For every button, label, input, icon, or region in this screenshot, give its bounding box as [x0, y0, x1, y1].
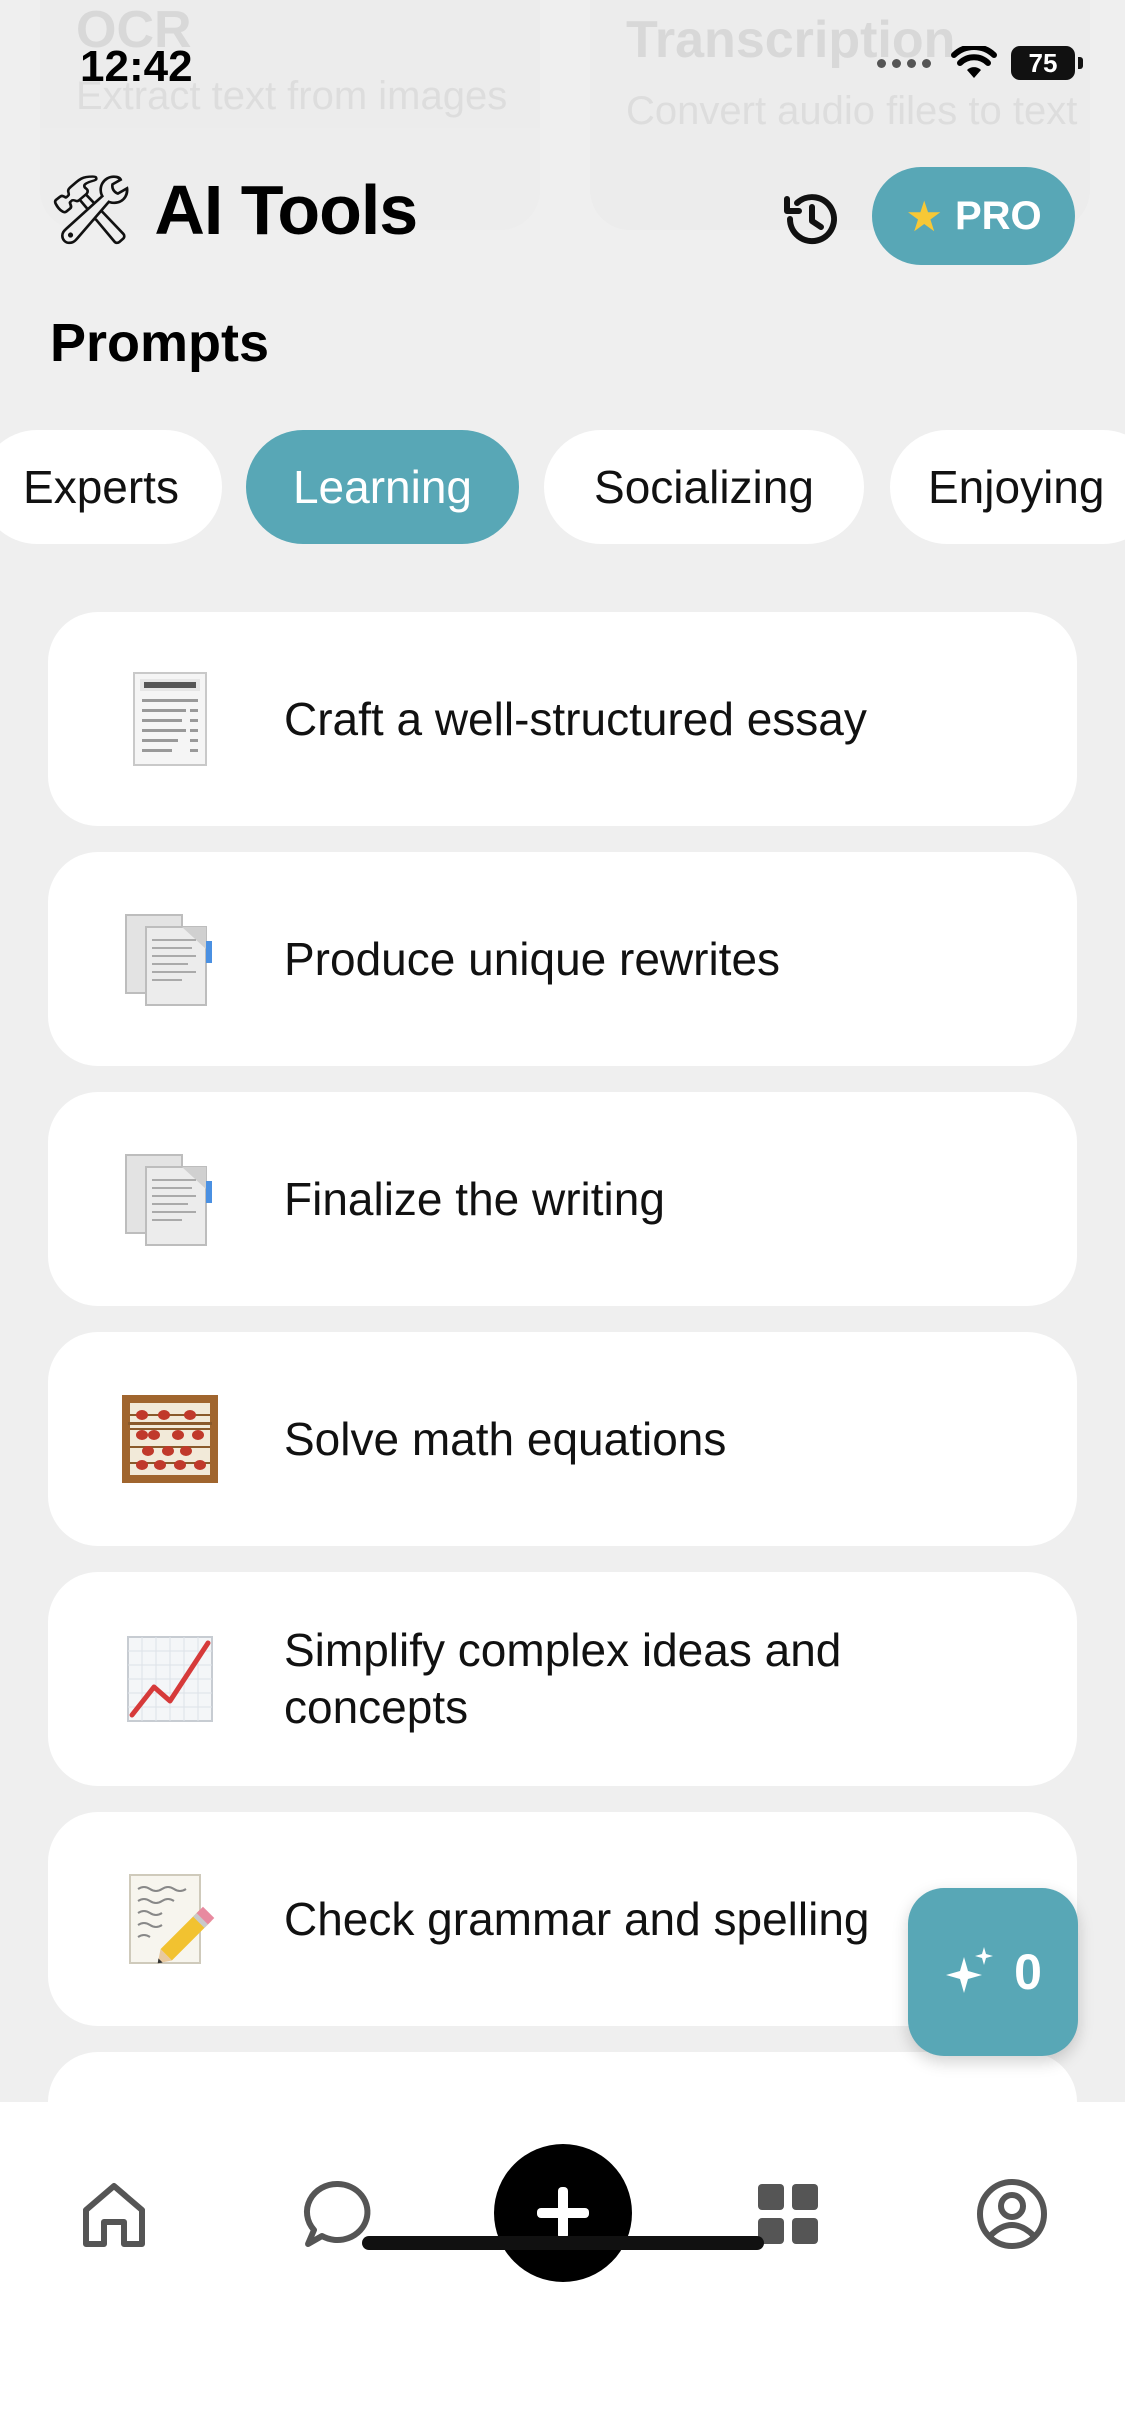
prompt-label: Finalize the writing [284, 1172, 665, 1225]
pro-label: PRO [954, 193, 1042, 238]
home-indicator [362, 2236, 764, 2250]
prompt-label: Craft a well-structured essay [284, 692, 867, 745]
prompt-label: Simplify complex ideas and concepts [284, 1624, 842, 1733]
star-icon: ★ [905, 192, 943, 240]
prompt-card[interactable]: Craft a well-structured essay [48, 612, 1077, 826]
cellular-signal-icon [877, 58, 931, 68]
receipt-icon [120, 669, 220, 769]
prompt-card[interactable]: Simplify complex ideas and concepts [48, 1572, 1077, 1786]
prompt-card[interactable]: Produce unique rewrites [48, 852, 1077, 1066]
wifi-icon [951, 46, 997, 78]
profile-icon[interactable] [974, 2176, 1050, 2252]
header-title: 🛠 AI Tools [48, 170, 418, 250]
chip-socializing[interactable]: Socializing [544, 430, 864, 544]
status-time: 12:42 [80, 42, 193, 91]
transcription-tool-subtitle: Convert audio files to text [626, 89, 1078, 133]
documents-icon [120, 909, 220, 1009]
documents-icon [120, 1149, 220, 1249]
prompt-label: Produce unique rewrites [284, 932, 781, 985]
hammer-wrench-icon: 🛠 [48, 172, 135, 248]
prompt-card[interactable]: Solve math equations [48, 1332, 1077, 1546]
prompt-label: Solve math equations [284, 1412, 727, 1465]
new-chat-button[interactable] [494, 2144, 632, 2282]
battery-icon: 75 [1011, 46, 1083, 80]
chip-learning[interactable]: Learning [246, 430, 519, 544]
history-icon[interactable] [776, 185, 844, 253]
section-title: Prompts [50, 313, 270, 373]
category-chips: Experts Learning Socializing Enjoying [0, 430, 1125, 544]
credits-button[interactable]: 0 [908, 1888, 1078, 2056]
sparkles-icon [946, 1947, 994, 1993]
page-title: AI Tools [154, 171, 418, 249]
chart-increasing-icon [120, 1629, 220, 1729]
status-indicators: 75 [877, 46, 1083, 80]
chip-enjoying[interactable]: Enjoying [890, 430, 1125, 544]
abacus-icon [120, 1389, 220, 1489]
chip-experts[interactable]: Experts [0, 430, 222, 544]
pro-button[interactable]: ★ PRO [872, 167, 1075, 265]
home-icon[interactable] [76, 2176, 152, 2252]
memo-pencil-icon [120, 1869, 220, 1969]
prompt-card[interactable]: Finalize the writing [48, 1092, 1077, 1306]
tab-bar [0, 2102, 1125, 2436]
screen: OCR Extract text from images Transcripti… [0, 0, 1125, 2436]
credits-count: 0 [1014, 1944, 1042, 2000]
